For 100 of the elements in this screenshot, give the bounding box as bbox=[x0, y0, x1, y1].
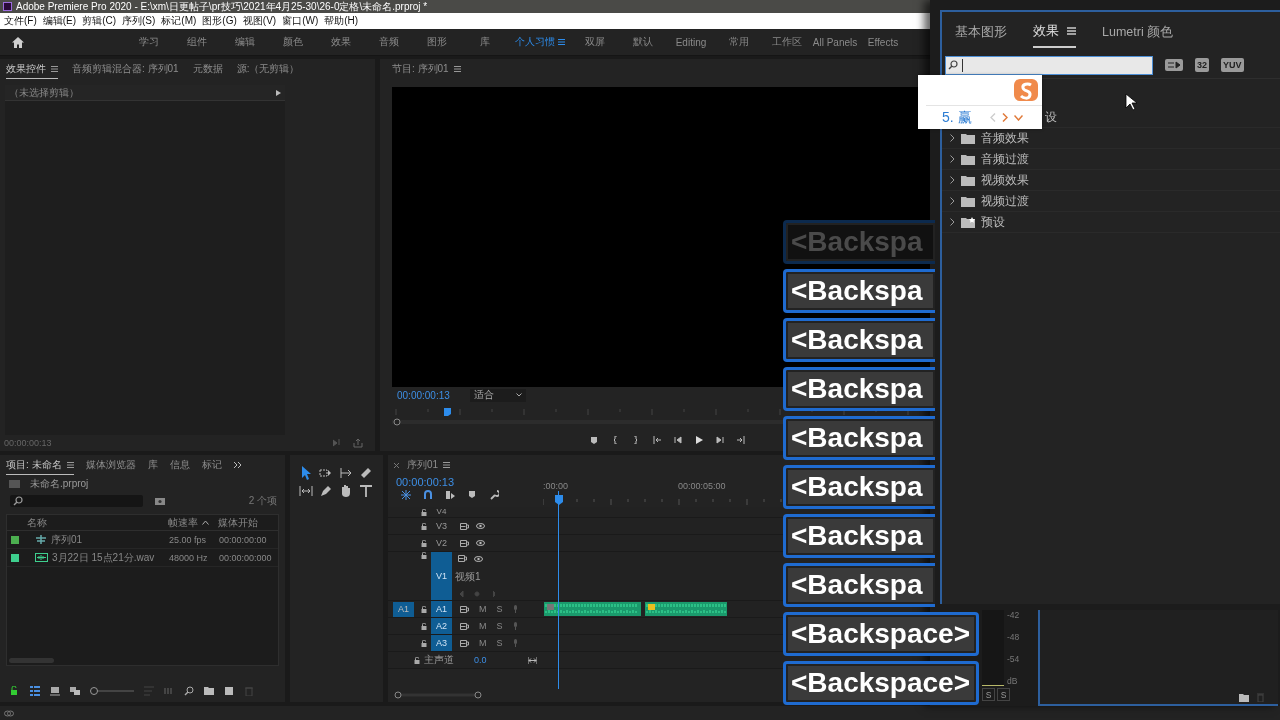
mute-toggle[interactable]: M bbox=[479, 621, 487, 631]
menu-icon[interactable] bbox=[453, 66, 461, 72]
nest-icon[interactable] bbox=[401, 490, 411, 500]
menu-icon[interactable] bbox=[1067, 27, 1076, 35]
solo-toggle[interactable]: S bbox=[496, 621, 503, 631]
eye-icon[interactable] bbox=[476, 523, 485, 529]
effect-folder-label[interactable]: 音频过渡 bbox=[981, 150, 1029, 168]
menu-item[interactable]: 图形(G) bbox=[202, 14, 237, 28]
sync-lock-icon[interactable] bbox=[460, 622, 469, 630]
track-target[interactable]: V3 bbox=[431, 518, 452, 534]
menu-item[interactable]: 序列(S) bbox=[122, 14, 156, 28]
slider-thumb[interactable] bbox=[90, 687, 98, 695]
icon-view-icon[interactable] bbox=[50, 686, 60, 696]
sync-lock-icon[interactable] bbox=[460, 605, 469, 613]
workspace-tab[interactable]: 双屏 bbox=[571, 35, 619, 49]
workspace-tab[interactable]: 颜色 bbox=[269, 35, 317, 49]
play-arrow-icon[interactable] bbox=[276, 89, 281, 96]
menu-item[interactable]: 编辑(E) bbox=[42, 14, 77, 28]
ripple-edit-icon[interactable] bbox=[338, 465, 354, 481]
menu-item[interactable]: 文件(F) bbox=[4, 14, 37, 28]
effect-folder-label[interactable]: 预设 bbox=[981, 213, 1005, 231]
mark-in-icon[interactable] bbox=[611, 436, 620, 444]
find-bin-icon[interactable] bbox=[155, 497, 165, 505]
export-icon[interactable] bbox=[353, 438, 363, 448]
effect-folder-label[interactable]: 视频效果 bbox=[981, 171, 1029, 189]
slip-tool-icon[interactable] bbox=[298, 483, 314, 499]
track-target[interactable]: A3 bbox=[431, 635, 452, 651]
menu-item[interactable]: 视图(V) bbox=[242, 14, 277, 28]
track-target[interactable]: V1 bbox=[431, 552, 452, 600]
workspace-tab[interactable]: 常用 bbox=[715, 35, 763, 49]
folder-icon[interactable] bbox=[204, 686, 214, 696]
menu-icon[interactable] bbox=[51, 65, 58, 72]
freeform-view-icon[interactable] bbox=[70, 686, 80, 696]
menu-icon[interactable] bbox=[66, 461, 74, 468]
panel-tab[interactable]: 音频剪辑混合器: 序列01 bbox=[72, 60, 179, 78]
chevron-right-icon[interactable] bbox=[950, 134, 955, 142]
eye-icon[interactable] bbox=[474, 555, 483, 562]
search-field[interactable] bbox=[945, 55, 1153, 75]
snap-icon[interactable] bbox=[423, 490, 433, 500]
workspace-tab[interactable]: 库 bbox=[461, 35, 509, 49]
workspace-tab[interactable]: 默认 bbox=[619, 35, 667, 49]
column-header[interactable]: 名称 bbox=[7, 515, 167, 530]
search-field[interactable] bbox=[10, 495, 143, 507]
panel-tab[interactable]: 媒体浏览器 bbox=[85, 456, 136, 474]
source-patch[interactable]: A1 bbox=[393, 601, 414, 617]
chevron-right-icon[interactable] bbox=[950, 197, 955, 205]
track-target[interactable]: A1 bbox=[431, 601, 452, 617]
menu-item[interactable]: 帮助(H) bbox=[324, 14, 359, 28]
home-icon[interactable] bbox=[12, 36, 24, 48]
link-icon[interactable] bbox=[4, 709, 14, 717]
workspace-tab[interactable]: 效果 bbox=[317, 35, 365, 49]
track-target[interactable]: A2 bbox=[431, 618, 452, 634]
type-tool-icon[interactable] bbox=[358, 483, 374, 499]
volume-value[interactable]: 0.0 bbox=[474, 655, 487, 665]
solo-button[interactable]: S bbox=[982, 688, 995, 701]
menu-item[interactable]: 剪辑(C) bbox=[82, 14, 116, 28]
marker-icon[interactable] bbox=[590, 436, 599, 444]
file-name[interactable]: 序列01 bbox=[51, 532, 83, 547]
linked-selection-icon[interactable] bbox=[445, 490, 455, 500]
panel-tab[interactable]: 库 bbox=[147, 456, 158, 474]
sync-lock-icon[interactable] bbox=[460, 539, 469, 547]
pen-icon[interactable] bbox=[318, 483, 334, 499]
solo-toggle[interactable]: S bbox=[496, 638, 503, 648]
workspace-tab[interactable]: 组件 bbox=[173, 35, 221, 49]
step-back-icon[interactable] bbox=[674, 436, 683, 444]
next-page-icon[interactable] bbox=[1001, 113, 1008, 122]
workspace-tab[interactable]: All Panels bbox=[811, 36, 859, 48]
lock-icon[interactable] bbox=[414, 656, 420, 664]
menu-icon[interactable] bbox=[558, 39, 565, 45]
play-icon[interactable] bbox=[695, 436, 704, 444]
accelerated-effects-icon[interactable] bbox=[1165, 59, 1183, 71]
lock-icon[interactable] bbox=[421, 522, 427, 530]
panel-tab[interactable]: 基本图形 bbox=[955, 17, 1007, 47]
chevron-right-icon[interactable] bbox=[950, 155, 955, 163]
search-icon[interactable] bbox=[184, 686, 194, 696]
sync-lock-icon[interactable] bbox=[458, 555, 467, 562]
track-target[interactable]: V2 bbox=[431, 535, 452, 551]
new-item-icon[interactable] bbox=[224, 686, 234, 696]
filter-toggle[interactable]: YUV bbox=[1221, 58, 1244, 72]
effect-folder-label[interactable]: 音频效果 bbox=[981, 129, 1029, 147]
expand-icon[interactable] bbox=[528, 656, 537, 664]
workspace-tab[interactable]: 学习 bbox=[125, 35, 173, 49]
panel-tab[interactable]: Lumetri 颜色 bbox=[1102, 17, 1174, 47]
panel-tab[interactable]: 效果 bbox=[1033, 16, 1076, 48]
scrollbar[interactable] bbox=[394, 691, 484, 699]
menu-icon[interactable] bbox=[443, 462, 451, 468]
workspace-tab[interactable]: 个人习惯 bbox=[509, 35, 571, 49]
chevron-right-icon[interactable] bbox=[950, 218, 955, 226]
column-header[interactable]: 帧速率 bbox=[167, 515, 217, 530]
menu-item[interactable]: 标记(M) bbox=[161, 14, 197, 28]
search-icon[interactable] bbox=[948, 60, 958, 70]
wrench-icon[interactable] bbox=[489, 490, 499, 500]
eye-icon[interactable] bbox=[476, 540, 485, 546]
candidate-word[interactable]: 5. 赢 bbox=[942, 108, 972, 127]
sync-lock-icon[interactable] bbox=[460, 639, 469, 647]
workspace-tab[interactable]: Effects bbox=[859, 36, 907, 48]
workspace-tab[interactable]: Editing bbox=[667, 36, 715, 48]
lock-icon[interactable] bbox=[421, 508, 427, 516]
chevron-right-icon[interactable] bbox=[950, 176, 955, 184]
mute-toggle[interactable]: M bbox=[479, 604, 487, 614]
